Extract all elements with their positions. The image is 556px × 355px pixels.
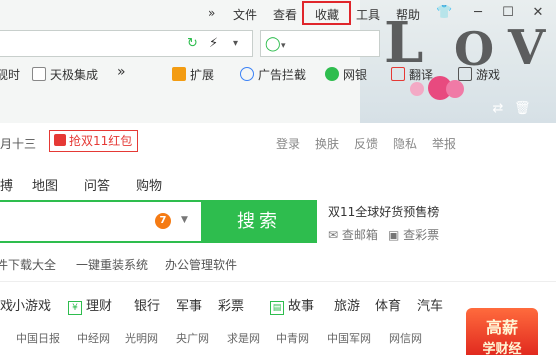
news-site-link[interactable]: 中国军网 [327,330,371,346]
nav-shopping[interactable]: 购物 [136,175,162,194]
nav-qa[interactable]: 问答 [84,175,110,194]
category-item[interactable]: ▤ 故事 [270,295,314,315]
news-site-link[interactable]: 中经网 [77,330,110,346]
category-label: 理财 [86,299,113,314]
nav-item[interactable]: 搏 [0,175,13,194]
favorites-highlight-box [302,1,351,25]
speed-mode-icon[interactable]: ⚡ [209,36,218,52]
bookmark-item[interactable]: 砚时 [0,66,20,83]
news-site-link[interactable]: 光明网 [125,330,158,346]
menu-tools[interactable]: 工具 [356,6,380,23]
category-item[interactable]: 小游戏 [12,295,51,314]
toolbar-ebank[interactable]: 网银 [325,66,367,83]
skin-shirt-icon[interactable]: 👕 [436,5,452,21]
extensions-grid-icon [172,67,186,81]
minimize-button[interactable]: ─ [470,5,486,21]
category-item[interactable]: ¥ 理财 [68,295,112,315]
lottery-icon: ▣ [388,228,400,242]
maximize-button[interactable]: ☐ [500,5,516,21]
news-site-link[interactable]: 求是网 [227,330,260,346]
category-item[interactable]: 体育 [375,295,401,314]
news-site-link[interactable]: 中国日报 [16,330,60,346]
story-icon: ▤ [270,301,284,315]
engine-dropdown-icon[interactable]: ▾ [281,38,286,54]
search-engine-icon[interactable]: ◯ [265,36,281,52]
address-dropdown-icon[interactable]: ▾ [233,36,238,52]
search-button[interactable]: 搜索 [201,200,317,243]
gift-icon [54,134,66,146]
toolbar-label: 广告拦截 [258,68,307,82]
skin-letter-v: V [508,20,546,76]
login-link[interactable]: 登录 [276,135,300,152]
news-site-link[interactable]: 中青网 [276,330,309,346]
refresh-icon[interactable]: ↻ [187,36,198,52]
quick-link[interactable]: 件下载大全 [0,256,56,273]
category-label: 故事 [288,299,315,314]
ebank-icon [325,67,339,81]
bookmark-label: 砚时 [0,68,21,82]
bookmark-label: 天极集成 [50,68,99,82]
quick-link[interactable]: 一键重装系统 [76,256,148,273]
finance-ad-banner[interactable]: 高薪 学财经 [466,308,538,355]
toolbar-label: 游戏 [476,68,501,82]
promo-link[interactable]: 双11全球好货预售榜 [328,203,439,220]
category-item[interactable]: 银行 [134,295,160,314]
lunar-date: 月十三 [0,137,37,151]
ad-line: 学财经 [482,342,522,355]
menu-view[interactable]: 查看 [273,6,297,23]
feedback-link[interactable]: 反馈 [354,135,378,152]
category-item[interactable]: 彩票 [218,295,244,314]
finance-icon: ¥ [68,301,82,315]
menu-more-icon[interactable]: » [208,6,215,20]
trash-icon[interactable]: 🗑 [514,101,531,117]
toolbar-label: 网银 [343,68,368,82]
toolbar-adblock[interactable]: 广告拦截 [240,66,306,83]
mailbox-label: 查邮箱 [341,228,378,242]
translate-icon [391,67,405,81]
menu-file[interactable]: 文件 [233,6,257,23]
nav-map[interactable]: 地图 [32,175,58,194]
bookmark-item[interactable]: 天极集成 [32,66,98,83]
news-site-link[interactable]: 网信网 [389,330,422,346]
privacy-link[interactable]: 隐私 [393,135,417,152]
heart-balloon-icon [410,82,424,96]
hot-badge[interactable]: 7 [155,213,171,229]
adblock-icon [240,67,254,81]
toolbar-games[interactable]: 游戏 [458,66,500,83]
start-page: 月十三 抢双11红包 登录 换肤 反馈 隐私 举报 搏 地图 问答 购物 7 ▼… [0,123,556,355]
toolbar-translate[interactable]: 翻译 [391,66,433,83]
category-item[interactable]: 旅游 [334,295,360,314]
menu-help[interactable]: 帮助 [396,6,420,23]
category-item[interactable]: 军事 [176,295,202,314]
page-icon [32,67,46,81]
close-button[interactable]: ✕ [530,5,546,21]
lottery-label: 查彩票 [403,228,440,242]
games-icon [458,67,472,81]
toolbar-extensions[interactable]: 扩展 [172,66,214,83]
category-item[interactable]: 汽车 [417,295,443,314]
divider [0,281,556,282]
hongbao-button[interactable]: 抢双11红包 [49,130,139,152]
search-dropdown-icon[interactable]: ▼ [181,215,188,225]
mailbox-link[interactable]: ✉ 查邮箱 [328,226,378,243]
ad-line: 高薪 [485,318,518,337]
toolbar-label: 翻译 [409,68,434,82]
engine-search-box[interactable]: ◯ ▾ [260,30,380,57]
news-site-link[interactable]: 央广网 [176,330,209,346]
hongbao-label: 抢双11红包 [69,134,133,148]
toolbar-label: 扩展 [190,68,215,82]
quick-link[interactable]: 办公管理软件 [165,256,237,273]
menu-bar: » 文件 查看 收藏 工具 帮助 👕 ─ ☐ ✕ [0,0,556,27]
bookmarks-more-icon[interactable]: » [117,64,126,80]
report-link[interactable]: 举报 [432,135,456,152]
skin-link[interactable]: 换肤 [315,135,339,152]
lottery-link[interactable]: ▣ 查彩票 [388,226,439,243]
sidebar-switch-icon[interactable]: ⇄ [490,101,506,117]
mail-icon: ✉ [328,228,339,242]
address-bar[interactable]: ↻ ⚡ ▾ [0,30,253,57]
